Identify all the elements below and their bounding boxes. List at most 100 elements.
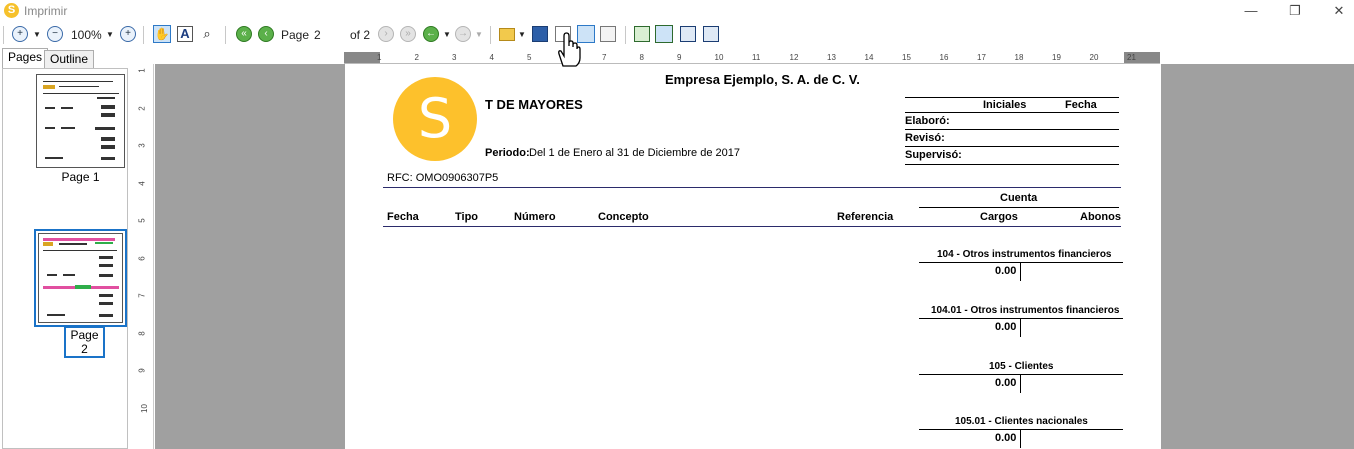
page-count: of 2 (350, 28, 371, 42)
amount-divider (1020, 263, 1021, 281)
multiple-pages-icon[interactable] (703, 26, 719, 42)
ruler-number: 16 (939, 53, 949, 62)
toolbar: + ▼ − 100% ▼ + ✋ A ⌕ « ‹ Page 2 of 2 › »… (0, 22, 1354, 48)
find-icon[interactable]: ⌕ (199, 26, 215, 42)
save-icon[interactable] (532, 26, 548, 42)
zoom-out-icon[interactable]: − (47, 26, 63, 42)
column-cargos: Cargos (980, 211, 1018, 223)
zoom-level-dropdown-icon[interactable]: ▼ (106, 25, 114, 45)
signature-row-label: Elaboró: (905, 115, 950, 127)
ruler-number: 8 (137, 330, 147, 336)
page-label: Page (281, 28, 310, 42)
signature-rule (905, 164, 1119, 165)
ruler-number: 6 (137, 255, 147, 261)
rfc-text: RFC: OMO0906307P5 (387, 172, 499, 184)
account-name: 104 - Otros instrumentos financieros (937, 249, 1112, 260)
signature-row-label: Supervisó: (905, 149, 962, 161)
go-forward-icon[interactable]: → (455, 26, 471, 42)
ruler-number: 3 (137, 143, 147, 148)
date-header: Fecha (1065, 99, 1097, 111)
ruler-number: 19 (1052, 53, 1061, 62)
go-forward-dropdown-icon[interactable]: ▼ (475, 25, 483, 45)
page-number-input[interactable]: 2 (314, 25, 321, 45)
signature-rule (905, 129, 1119, 130)
ruler-number: 9 (137, 368, 147, 373)
app-icon: S (4, 3, 19, 18)
ruler-number: 9 (677, 53, 682, 62)
go-back-dropdown-icon[interactable]: ▼ (443, 25, 451, 45)
account-rule (919, 262, 1123, 263)
toolbar-separator (490, 26, 491, 44)
toolbar-separator (625, 26, 626, 44)
ruler-number: 15 (902, 53, 911, 62)
signature-rule (905, 146, 1119, 147)
previous-page-icon[interactable]: ‹ (258, 26, 274, 42)
text-select-icon[interactable]: A (177, 26, 193, 42)
column-concepto: Concepto (598, 211, 649, 223)
vertical-ruler: 1 2 3 4 5 6 7 8 9 10 (135, 64, 154, 449)
continuous-page-icon[interactable] (655, 25, 673, 43)
ruler-number: 13 (827, 53, 836, 62)
open-dropdown-icon[interactable]: ▼ (518, 25, 526, 45)
ruler-number: 18 (1014, 53, 1024, 62)
minimize-button[interactable]: — (1228, 0, 1274, 22)
account-amount: 0.00 (995, 432, 1017, 444)
toolbar-separator (143, 26, 144, 44)
next-page-icon[interactable]: › (378, 26, 394, 42)
two-pages-icon[interactable] (680, 26, 696, 42)
hand-tool-icon[interactable]: ✋ (153, 25, 171, 43)
ruler-number: 14 (864, 53, 874, 62)
toolbar-separator (225, 26, 226, 44)
signature-rule (905, 97, 1119, 98)
column-header-rule (383, 226, 1121, 227)
last-page-icon[interactable]: » (400, 26, 416, 42)
ruler-number: 10 (139, 403, 149, 413)
column-tipo: Tipo (455, 211, 479, 223)
header-rule (383, 187, 1121, 188)
first-page-icon[interactable]: « (236, 26, 252, 42)
ruler-number: 1 (137, 68, 147, 73)
go-back-icon[interactable]: ← (423, 26, 439, 42)
toolbar-grip (3, 26, 4, 44)
signature-rule (905, 112, 1119, 113)
open-folder-icon[interactable] (499, 28, 515, 41)
account-name: 105.01 - Clientes nacionales (955, 416, 1088, 427)
title-bar: S Imprimir — ❐ ✕ (0, 0, 1354, 22)
account-amount: 0.00 (995, 377, 1017, 389)
amount-divider (1020, 319, 1021, 337)
ruler-number: 1 (377, 53, 382, 62)
ruler-number: 12 (789, 53, 799, 62)
window-title: Imprimir (24, 4, 68, 18)
amount-divider (1020, 430, 1021, 448)
tab-pages[interactable]: Pages (2, 48, 49, 69)
account-name: 104.01 - Otros instrumentos financieros (931, 305, 1120, 316)
ruler-number: 20 (1089, 53, 1099, 62)
thumbnail-page-1[interactable] (36, 74, 125, 168)
zoom-in-icon[interactable]: + (12, 26, 28, 42)
account-rule (919, 374, 1123, 375)
zoom-in-dropdown-icon[interactable]: ▼ (33, 25, 41, 45)
company-logo: S (393, 77, 477, 161)
horizontal-ruler: 123456789101112131415161718192021 (344, 52, 1160, 64)
ruler-number: 2 (137, 105, 147, 111)
account-amount: 0.00 (995, 265, 1017, 277)
ruler-number: 4 (137, 180, 147, 186)
ruler-number: 4 (489, 53, 494, 62)
ruler-number: 10 (714, 53, 724, 62)
restore-button[interactable]: ❐ (1272, 0, 1318, 22)
ruler-number: 17 (977, 53, 986, 62)
close-button[interactable]: ✕ (1316, 0, 1354, 22)
tab-outline[interactable]: Outline (44, 50, 95, 68)
quick-print-icon[interactable] (600, 26, 616, 42)
thumbnail-page-2[interactable] (38, 233, 123, 323)
single-page-icon[interactable] (634, 26, 650, 42)
report-page: Empresa Ejemplo, S. A. de C. V. S T DE M… (345, 64, 1161, 449)
initials-header: Iniciales (983, 99, 1027, 111)
account-rule (919, 318, 1123, 319)
account-name: 105 - Clientes (989, 361, 1054, 372)
zoom-level[interactable]: 100% (71, 25, 102, 45)
document-viewport[interactable]: Empresa Ejemplo, S. A. de C. V. S T DE M… (155, 64, 1354, 449)
signature-row-label: Revisó: (905, 132, 945, 144)
zoom-plus-icon[interactable]: + (120, 26, 136, 42)
ruler-number: 8 (639, 53, 644, 62)
